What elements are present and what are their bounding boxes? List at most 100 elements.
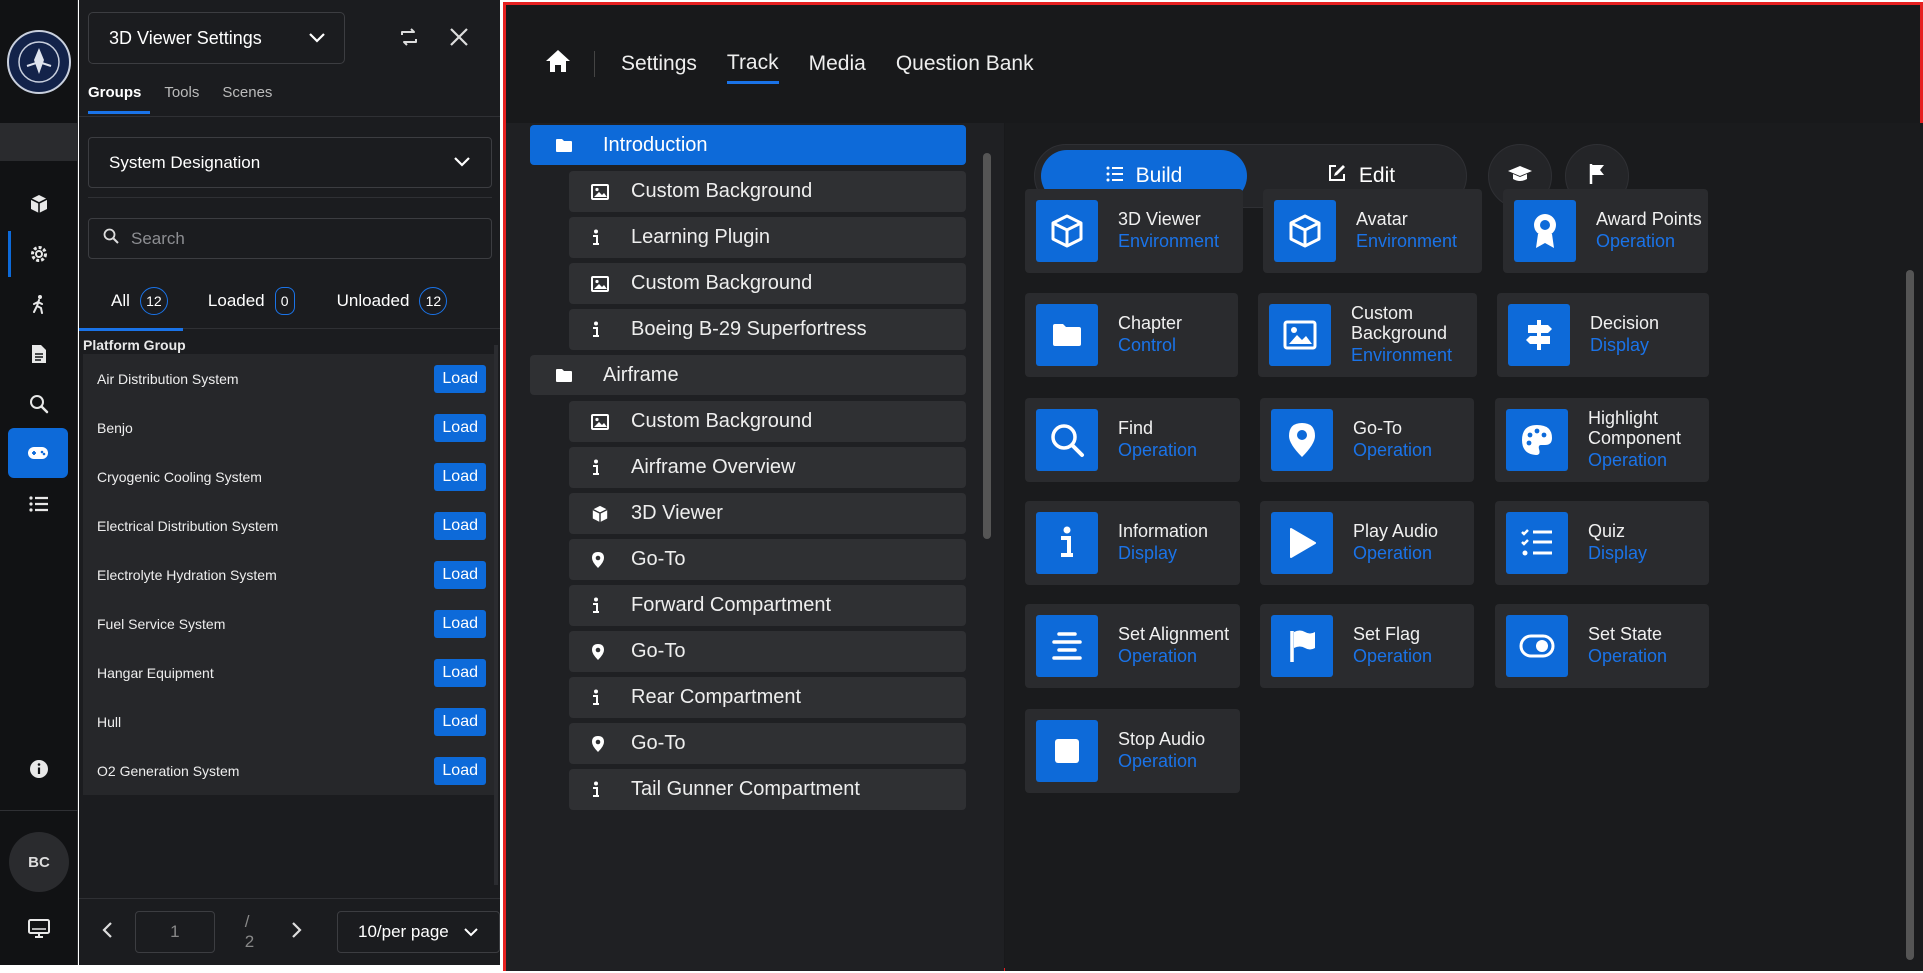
tree-item[interactable]: 3D Viewer	[569, 493, 966, 534]
tree-item[interactable]: Custom Background	[569, 171, 966, 212]
component-card[interactable]: Information Display	[1025, 501, 1240, 585]
close-icon[interactable]	[449, 27, 469, 52]
walking-person-icon[interactable]	[19, 284, 59, 324]
checklist-icon	[1506, 512, 1568, 574]
component-card[interactable]: Avatar Environment	[1263, 189, 1482, 273]
image-icon	[591, 413, 631, 430]
component-category: Control	[1118, 334, 1177, 355]
per-page-select[interactable]: 10/per page	[336, 911, 501, 953]
load-button[interactable]: Load	[434, 511, 486, 540]
palette-icon	[1506, 409, 1568, 471]
nav-media[interactable]: Media	[809, 46, 866, 82]
tab-groups[interactable]: Groups	[88, 84, 151, 114]
tree-item[interactable]: Learning Plugin	[569, 217, 966, 258]
viewer-settings-select[interactable]: 3D Viewer Settings	[88, 12, 345, 64]
system-name: Electrical Distribution System	[97, 517, 279, 534]
component-card[interactable]: Stop Audio Operation	[1025, 709, 1240, 793]
gamepad-icon[interactable]	[8, 428, 68, 478]
component-card[interactable]: 3D Viewer Environment	[1025, 189, 1243, 273]
info-icon[interactable]	[19, 749, 59, 789]
user-avatar[interactable]: BC	[9, 832, 69, 892]
load-button[interactable]: Load	[434, 658, 486, 687]
component-card[interactable]: Highlight Component Operation	[1495, 398, 1709, 482]
load-button[interactable]: Load	[434, 609, 486, 638]
panel-tabs: Groups Tools Scenes	[88, 84, 295, 114]
tree-item[interactable]: Custom Background	[569, 263, 966, 304]
tree-folder-item[interactable]: Introduction	[530, 125, 966, 165]
search-icon[interactable]	[19, 384, 59, 424]
component-card[interactable]: Quiz Display	[1495, 501, 1709, 585]
pin-icon	[591, 735, 631, 753]
component-card[interactable]: Chapter Control	[1025, 293, 1238, 377]
component-text: Find Operation	[1118, 418, 1197, 463]
search-input[interactable]: Search	[88, 218, 492, 259]
component-library: Build Edit 3D Viewer Environment Avatar …	[1005, 123, 1923, 971]
component-title: Play Audio	[1353, 520, 1439, 541]
filter-unloaded-label: Unloaded	[336, 291, 410, 310]
component-card[interactable]: Play Audio Operation	[1260, 501, 1474, 585]
nav-track[interactable]: Track	[726, 45, 779, 84]
load-button[interactable]: Load	[434, 462, 486, 491]
component-card[interactable]: Award Points Operation	[1503, 189, 1708, 273]
tree-item[interactable]: Airframe Overview	[569, 447, 966, 488]
tree-item[interactable]: Forward Compartment	[569, 585, 966, 626]
scrollbar[interactable]	[494, 345, 498, 885]
tree-item[interactable]: Go-To	[569, 723, 966, 764]
filter-all[interactable]: All 12	[79, 287, 168, 315]
load-button[interactable]: Load	[434, 707, 486, 736]
tree-folder-item[interactable]: Airframe	[530, 355, 966, 395]
page-number-input[interactable]: 1	[135, 911, 215, 953]
component-category: Operation	[1588, 645, 1668, 666]
tree-item[interactable]: Rear Compartment	[569, 677, 966, 718]
gear-icon[interactable]	[19, 234, 59, 274]
component-card[interactable]: Go-To Operation	[1260, 398, 1474, 482]
component-title: Set Alignment	[1118, 623, 1230, 644]
component-category: Display	[1588, 542, 1648, 563]
tree-item[interactable]: Go-To	[569, 539, 966, 580]
tab-scenes[interactable]: Scenes	[222, 84, 281, 114]
filter-unloaded-count: 12	[419, 287, 448, 315]
tree-scrollbar[interactable]	[983, 153, 991, 539]
component-card[interactable]: Set Flag Operation	[1260, 604, 1474, 688]
refresh-icon[interactable]	[398, 26, 420, 53]
load-button[interactable]: Load	[434, 756, 486, 785]
tree-item[interactable]: Boeing B-29 Superfortress	[569, 309, 966, 350]
tree-item[interactable]: Custom Background	[569, 401, 966, 442]
component-category: Display	[1590, 334, 1650, 355]
folder-icon	[555, 368, 603, 383]
system-name: Cryogenic Cooling System	[97, 468, 262, 485]
list-icon[interactable]	[19, 484, 59, 524]
component-card[interactable]: Set State Operation	[1495, 604, 1709, 688]
home-icon[interactable]	[544, 48, 572, 80]
image-icon	[591, 275, 631, 292]
tree-item[interactable]: Go-To	[569, 631, 966, 672]
load-button[interactable]: Load	[434, 560, 486, 589]
component-card[interactable]: Custom Background Environment	[1258, 293, 1477, 377]
tree-item-label: Go-To	[631, 732, 686, 754]
filter-loaded[interactable]: Loaded 0	[168, 287, 295, 315]
search-icon	[1036, 409, 1098, 471]
tree-item[interactable]: Tail Gunner Compartment	[569, 769, 966, 810]
component-category: Operation	[1353, 542, 1433, 563]
system-row: Hangar Equipment Load	[83, 648, 495, 697]
document-icon[interactable]	[19, 334, 59, 374]
stop-icon	[1036, 720, 1098, 782]
filter-unloaded[interactable]: Unloaded 12	[295, 287, 448, 315]
nav-question-bank[interactable]: Question Bank	[896, 46, 1034, 82]
tab-tools[interactable]: Tools	[164, 84, 208, 114]
component-card[interactable]: Decision Display	[1497, 293, 1709, 377]
next-page-icon[interactable]	[291, 921, 303, 944]
cube-icon[interactable]	[19, 184, 59, 224]
load-button[interactable]: Load	[434, 413, 486, 442]
prev-page-icon[interactable]	[101, 921, 113, 944]
monitor-icon[interactable]	[19, 909, 59, 949]
nav-settings[interactable]: Settings	[621, 46, 697, 82]
component-text: Go-To Operation	[1353, 418, 1432, 463]
pin-icon	[591, 643, 631, 661]
component-card[interactable]: Find Operation	[1025, 398, 1240, 482]
load-button[interactable]: Load	[434, 364, 486, 393]
system-row: Electrical Distribution System Load	[83, 501, 495, 550]
component-scrollbar[interactable]	[1906, 270, 1914, 960]
component-card[interactable]: Set Alignment Operation	[1025, 604, 1240, 688]
system-designation-dropdown[interactable]: System Designation	[88, 137, 492, 188]
